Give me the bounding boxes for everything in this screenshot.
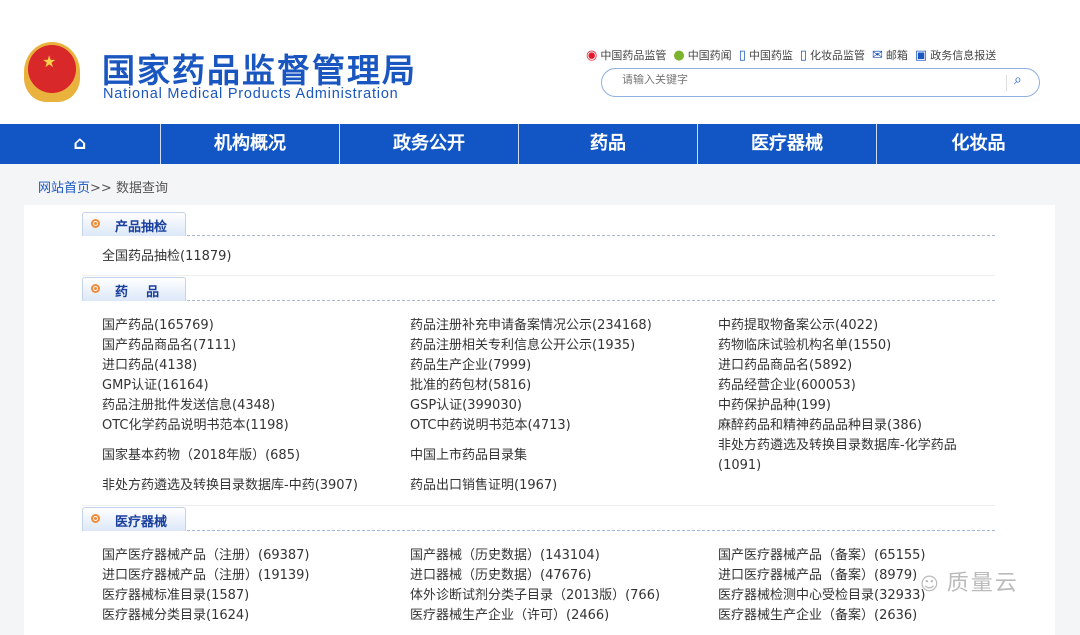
breadcrumb: 网站首页>> 数据查询 <box>38 177 168 196</box>
national-emblem-logo: ★ <box>24 42 80 102</box>
app-link[interactable]: ▯ 中国药监 <box>739 47 793 63</box>
data-link[interactable]: 进口药品(4138) <box>102 356 410 376</box>
data-link[interactable]: GMP认证(16164) <box>102 376 410 396</box>
header-links: ◉ 中国药品监管 ● 中国药闻 ▯ 中国药监 ▯ 化妆品监管 ✉ 邮箱 ▣ 政务信息报送 <box>586 47 996 63</box>
report-link[interactable]: ▣ 政务信息报送 <box>915 47 996 63</box>
section-items-inspection: 全国药品抽检(11879) <box>102 247 1026 267</box>
data-link[interactable]: 医疗器械分类目录(1624) <box>102 606 410 626</box>
data-link[interactable]: 中国上市药品目录集 <box>410 436 718 476</box>
site-header: ★ 国家药品监督管理局 National Medical Products Ad… <box>0 0 1080 124</box>
data-link[interactable]: 中药提取物备案公示(4022) <box>718 316 1026 336</box>
home-icon: ⌂ <box>73 133 87 154</box>
search-box: ⌕ <box>601 68 1040 97</box>
wechat-icon: ● <box>673 47 685 63</box>
section-header-drugs: 药 品 <box>82 273 995 301</box>
watermark: ☺ 质量云 <box>920 565 1019 597</box>
section-tab: 产品抽检 <box>82 212 186 236</box>
data-link[interactable]: OTC化学药品说明书范本(1198) <box>102 416 410 436</box>
monitor-icon: ▣ <box>914 47 928 63</box>
data-link[interactable]: 药品经营企业(600053) <box>718 376 1026 396</box>
link-label: 中国药品监管 <box>600 49 667 62</box>
weibo-link[interactable]: ◉ 中国药品监管 <box>586 47 666 63</box>
cosmetics-app-link[interactable]: ▯ 化妆品监管 <box>800 47 865 63</box>
data-link[interactable]: 国产医疗器械产品（注册）(69387) <box>102 546 410 566</box>
nav-item-devices[interactable]: 医疗器械 <box>698 124 877 164</box>
search-divider <box>1006 75 1007 91</box>
nav-item-org[interactable]: 机构概况 <box>161 124 340 164</box>
section-header-inspection: 产品抽检 <box>82 208 995 236</box>
data-link[interactable]: 进口药品商品名(5892) <box>718 356 1026 376</box>
nav-home[interactable]: ⌂ <box>0 124 161 164</box>
breadcrumb-home[interactable]: 网站首页 <box>38 181 90 196</box>
breadcrumb-current: 数据查询 <box>115 181 168 196</box>
section-items-devices: 国产医疗器械产品（注册）(69387) 国产器械（历史数据）(143104) 国产医… <box>102 546 1026 626</box>
data-link[interactable]: 药品注册批件发送信息(4348) <box>102 396 410 416</box>
data-link[interactable]: 药品出口销售证明(1967) <box>410 476 718 496</box>
weibo-icon: ◉ <box>586 47 598 63</box>
data-link[interactable]: 体外诊断试剂分类子目录（2013版）(766) <box>410 586 670 606</box>
wechat-icon: ☺ <box>920 574 941 595</box>
search-icon[interactable]: ⌕ <box>1014 72 1022 88</box>
data-link[interactable]: 国家基本药物（2018年版）(685) <box>102 436 410 476</box>
data-link[interactable]: OTC中药说明书范本(4713) <box>410 416 718 436</box>
section-items-drugs: 国产药品(165769) 药品注册补充申请备案情况公示(234168) 中药提取物备… <box>102 316 1026 496</box>
watermark-text: 质量云 <box>946 571 1019 596</box>
data-link[interactable]: 进口器械（历史数据）(47676) <box>410 566 718 586</box>
data-link[interactable]: 国产药品(165769) <box>102 316 410 336</box>
data-link[interactable]: GSP认证(399030) <box>410 396 718 416</box>
link-label: 中国药监 <box>748 49 793 62</box>
mobile-icon: ▯ <box>799 47 807 63</box>
mail-icon: ✉ <box>872 47 883 63</box>
main-nav: ⌂ 机构概况 政务公开 药品 医疗器械 化妆品 <box>0 124 1080 164</box>
data-link[interactable]: 药品注册补充申请备案情况公示(234168) <box>410 316 718 336</box>
site-title[interactable]: 国家药品监督管理局 <box>102 44 417 92</box>
data-link[interactable]: 医疗器械生产企业（备案）(2636) <box>718 606 1026 626</box>
data-query-panel: 产品抽检 全国药品抽检(11879) 药 品 国产药品(165769) 药品注册补… <box>24 205 1055 635</box>
section-title: 医疗器械 <box>115 515 168 530</box>
link-label: 政务信息报送 <box>930 49 997 62</box>
section-header-devices: 医疗器械 <box>82 503 995 531</box>
data-link[interactable]: 药品生产企业(7999) <box>410 356 718 376</box>
data-link[interactable]: 麻醉药品和精神药品品种目录(386) <box>718 416 1026 436</box>
link-label: 化妆品监管 <box>810 49 865 62</box>
data-link[interactable]: 中药保护品种(199) <box>718 396 1026 416</box>
data-link[interactable]: 国产器械（历史数据）(143104) <box>410 546 718 566</box>
data-link[interactable]: 医疗器械标准目录(1587) <box>102 586 410 606</box>
data-link[interactable]: 医疗器械生产企业（许可）(2466) <box>410 606 718 626</box>
mobile-icon: ▯ <box>738 47 746 63</box>
section-tab: 医疗器械 <box>82 507 186 531</box>
bullet-icon <box>91 219 100 228</box>
data-link[interactable]: 国产医疗器械产品（备案）(65155) <box>718 546 1026 566</box>
link-label: 邮箱 <box>885 49 908 62</box>
data-link[interactable]: 全国药品抽检(11879) <box>102 247 410 267</box>
section-title: 药 品 <box>115 285 160 300</box>
bullet-icon <box>91 284 100 293</box>
data-link[interactable]: 批准的药包材(5816) <box>410 376 718 396</box>
section-title: 产品抽检 <box>115 220 168 235</box>
data-link[interactable]: 非处方药遴选及转换目录数据库-化学药品(1091) <box>718 436 978 476</box>
site-title-en: National Medical Products Administration <box>103 86 399 102</box>
breadcrumb-sep: >> <box>90 181 116 196</box>
nav-item-gov[interactable]: 政务公开 <box>340 124 519 164</box>
wechat-link[interactable]: ● 中国药闻 <box>673 47 731 63</box>
data-link[interactable]: 非处方药遴选及转换目录数据库-中药(3907) <box>102 476 362 496</box>
nav-item-cosmetics[interactable]: 化妆品 <box>877 124 1080 164</box>
link-label: 中国药闻 <box>687 49 732 62</box>
data-link[interactable]: 进口医疗器械产品（注册）(19139) <box>102 566 410 586</box>
mail-link[interactable]: ✉ 邮箱 <box>872 47 908 63</box>
section-tab: 药 品 <box>82 277 186 301</box>
nav-item-drugs[interactable]: 药品 <box>519 124 698 164</box>
data-link[interactable]: 药物临床试验机构名单(1550) <box>718 336 1026 356</box>
search-input[interactable] <box>622 74 1002 86</box>
bullet-icon <box>91 514 100 523</box>
data-link[interactable]: 药品注册相关专利信息公开公示(1935) <box>410 336 718 356</box>
data-link[interactable]: 国产药品商品名(7111) <box>102 336 410 356</box>
